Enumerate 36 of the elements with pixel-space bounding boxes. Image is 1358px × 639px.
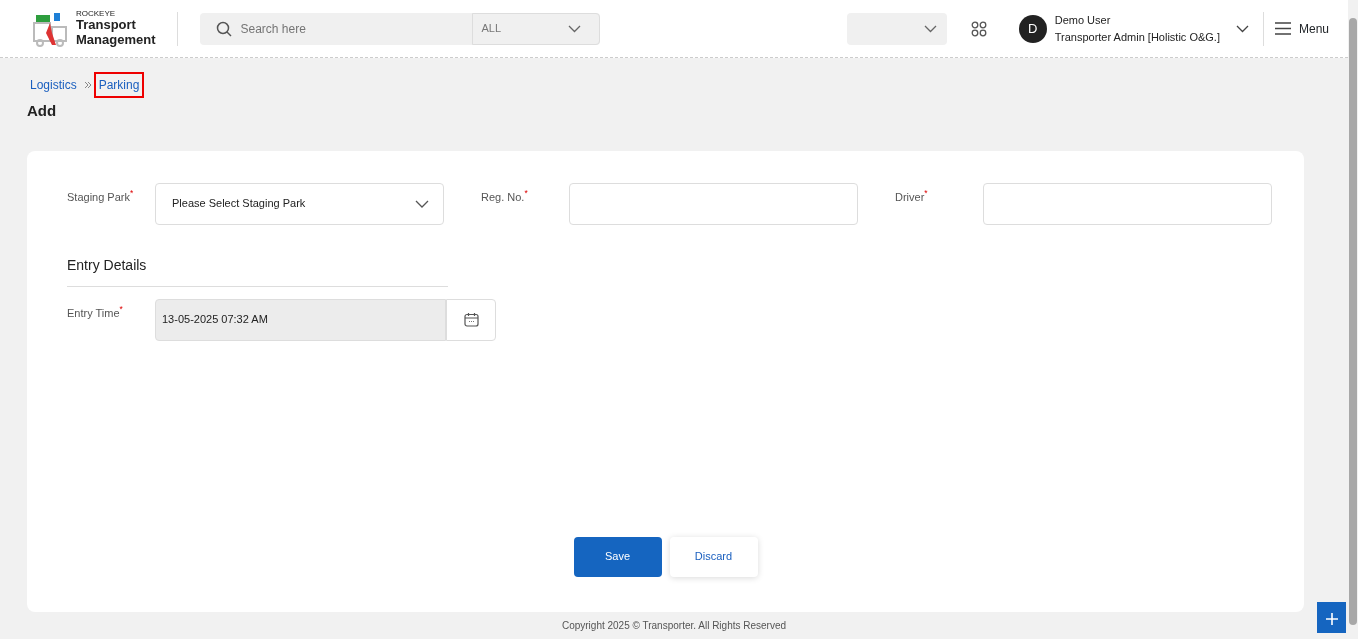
calendar-button[interactable]	[446, 298, 496, 341]
field-label: Staging Park$^{*}$	[67, 188, 135, 205]
input-field[interactable]	[983, 182, 1272, 225]
brand-name: ROCKEYE	[76, 8, 117, 19]
menu-button[interactable]: Menu	[1273, 18, 1330, 39]
app-title: Transport	[76, 18, 137, 34]
section-title: Entry Details	[67, 254, 448, 287]
user-name: Demo User	[1054, 13, 1112, 28]
save-button[interactable]: Save	[573, 536, 662, 577]
select-field[interactable]: Please Select Staging Park	[155, 182, 444, 225]
chevron-down-icon	[415, 199, 429, 208]
discard-button[interactable]: Discard	[669, 536, 758, 577]
search-field[interactable]: Search here ALL	[200, 12, 601, 45]
field-label: Driver$^{*}$	[895, 188, 929, 205]
field-label: Reg. No.$^{*}$	[481, 188, 529, 205]
add-button[interactable]	[1317, 602, 1346, 633]
apps-grid-icon[interactable]	[970, 20, 987, 37]
calendar-icon	[463, 312, 479, 327]
entry-time-field[interactable]: 13-05-2025 07:32 AM	[155, 298, 446, 341]
app-title: Management	[76, 33, 156, 49]
plus-icon	[1325, 613, 1338, 626]
copyright-text: Copyright 2025 © Transporter. All Rights Reserved	[561, 620, 787, 631]
field-label: Entry Time$^{*}$	[67, 304, 124, 321]
chevron-down-icon	[568, 24, 582, 33]
user-role: Transporter Admin [Holistic O&G.]	[1054, 29, 1220, 45]
input-field[interactable]	[569, 182, 858, 225]
chevron-right-icon	[83, 81, 92, 89]
chevron-down-icon[interactable]	[1235, 24, 1249, 33]
page-title: Add	[26, 101, 58, 121]
breadcrumb-link[interactable]: Parking	[95, 74, 143, 96]
menu-icon	[1274, 22, 1291, 35]
chevron-down-icon	[923, 24, 937, 33]
breadcrumb-link[interactable]: Logistics	[27, 74, 80, 96]
scope-dropdown[interactable]: ALL	[472, 12, 601, 45]
user-avatar[interactable]: D	[1018, 14, 1047, 43]
search-icon	[216, 20, 233, 37]
